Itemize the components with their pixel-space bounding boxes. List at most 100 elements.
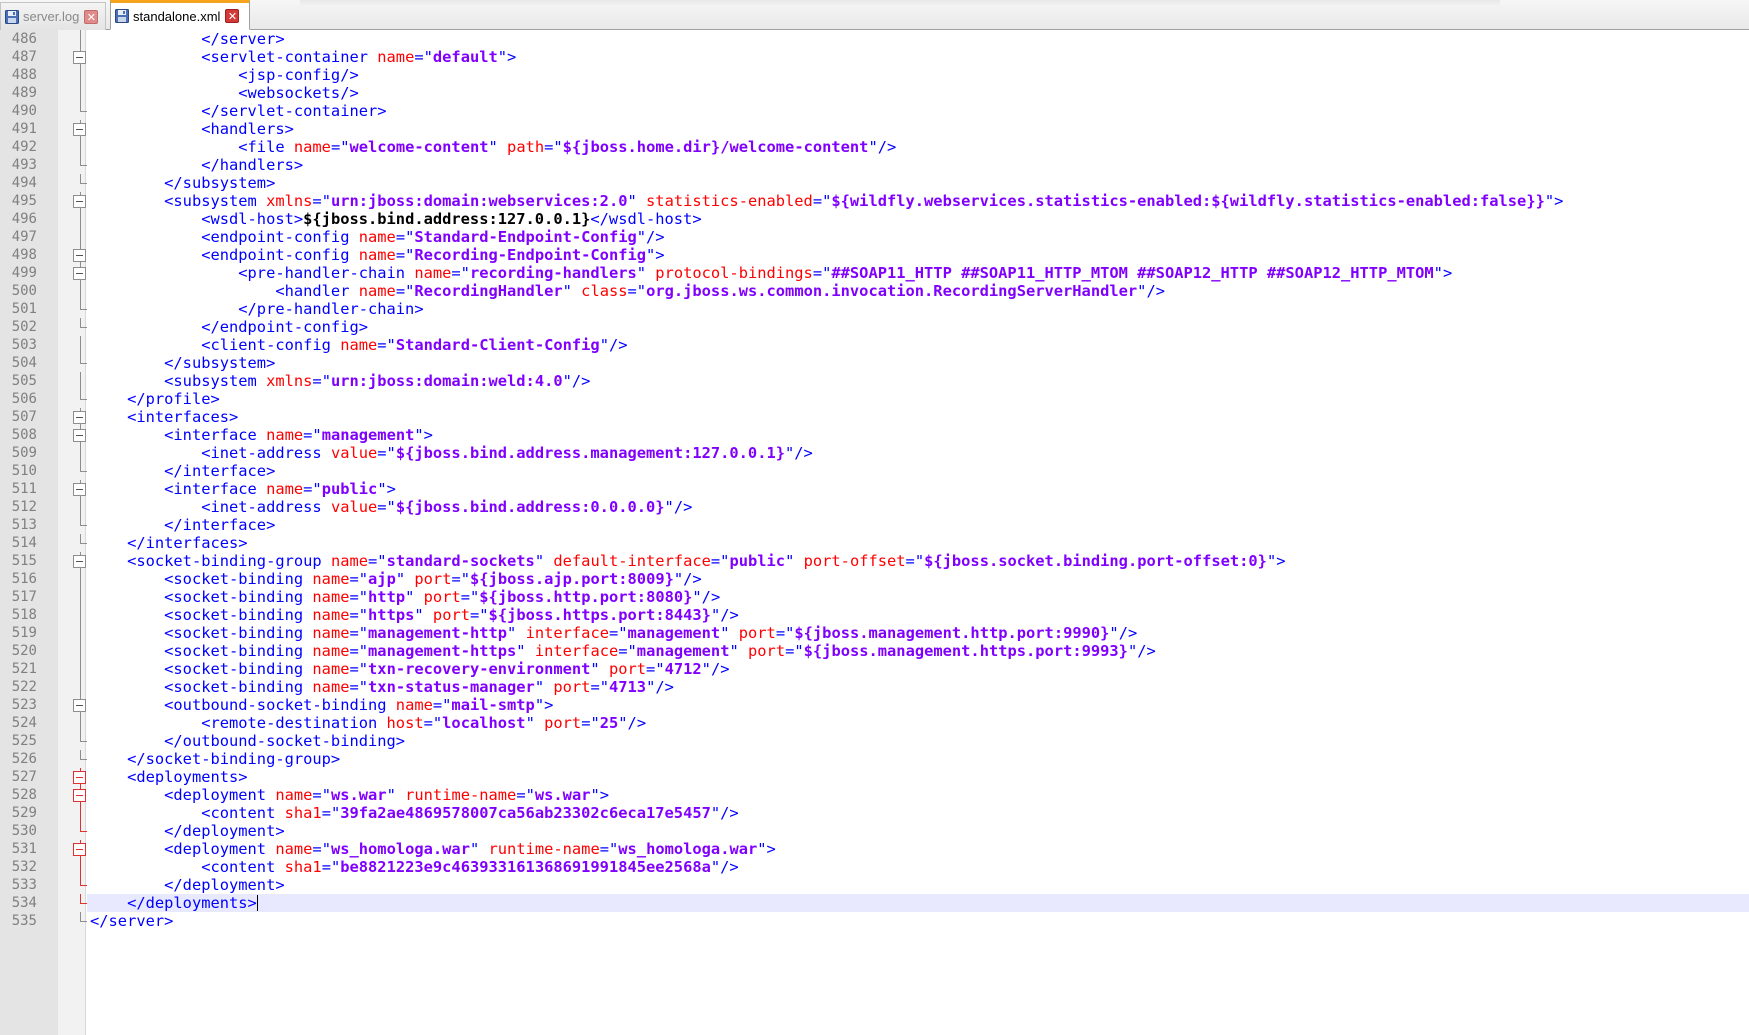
code-line[interactable]: 527 <deployments> — [0, 768, 1749, 786]
code-line[interactable]: 512 <inet-address value="${jboss.bind.ad… — [0, 498, 1749, 516]
code-text-area[interactable]: <endpoint-config name="Recording-Endpoin… — [87, 246, 1749, 264]
code-line[interactable]: 492 <file name="welcome-content" path="$… — [0, 138, 1749, 156]
fold-collapse-icon[interactable] — [73, 248, 86, 262]
code-line[interactable]: 517 <socket-binding name="http" port="${… — [0, 588, 1749, 606]
code-line[interactable]: 498 <endpoint-config name="Recording-End… — [0, 246, 1749, 264]
code-text-area[interactable]: <deployment name="ws_homologa.war" runti… — [87, 840, 1749, 858]
code-line[interactable]: 521 <socket-binding name="txn-recovery-e… — [0, 660, 1749, 678]
code-line[interactable]: 490 </servlet-container> — [0, 102, 1749, 120]
code-line[interactable]: 534 </deployments> — [0, 894, 1749, 912]
code-text-area[interactable]: <wsdl-host>${jboss.bind.address:127.0.0.… — [87, 210, 1749, 228]
code-line[interactable]: 502 </endpoint-config> — [0, 318, 1749, 336]
code-text-area[interactable]: </subsystem> — [87, 174, 1749, 192]
code-line[interactable]: 489 <websockets/> — [0, 84, 1749, 102]
code-text-area[interactable]: <handler name="RecordingHandler" class="… — [87, 282, 1749, 300]
code-text-area[interactable]: <interfaces> — [87, 408, 1749, 426]
code-line[interactable]: 503 <client-config name="Standard-Client… — [0, 336, 1749, 354]
code-text-area[interactable]: <socket-binding name="txn-status-manager… — [87, 678, 1749, 696]
code-line[interactable]: 504 </subsystem> — [0, 354, 1749, 372]
code-line[interactable]: 507 <interfaces> — [0, 408, 1749, 426]
code-text-area[interactable]: </interface> — [87, 462, 1749, 480]
code-text-area[interactable]: <socket-binding name="txn-recovery-envir… — [87, 660, 1749, 678]
code-line[interactable]: 506 </profile> — [0, 390, 1749, 408]
code-text-area[interactable]: <interface name="management"> — [87, 426, 1749, 444]
code-line[interactable]: 501 </pre-handler-chain> — [0, 300, 1749, 318]
code-line[interactable]: 488 <jsp-config/> — [0, 66, 1749, 84]
code-line[interactable]: 528 <deployment name="ws.war" runtime-na… — [0, 786, 1749, 804]
code-line[interactable]: 514 </interfaces> — [0, 534, 1749, 552]
code-text-area[interactable]: </pre-handler-chain> — [87, 300, 1749, 318]
code-text-area[interactable]: <deployments> — [87, 768, 1749, 786]
code-text-area[interactable]: </interfaces> — [87, 534, 1749, 552]
code-text-area[interactable]: <jsp-config/> — [87, 66, 1749, 84]
code-text-area[interactable]: <content sha1="be8821223e9c4639331613686… — [87, 858, 1749, 876]
code-line[interactable]: 495 <subsystem xmlns="urn:jboss:domain:w… — [0, 192, 1749, 210]
code-line[interactable]: 515 <socket-binding-group name="standard… — [0, 552, 1749, 570]
code-text-area[interactable]: <socket-binding name="management-http" i… — [87, 624, 1749, 642]
code-text-area[interactable]: <socket-binding name="http" port="${jbos… — [87, 588, 1749, 606]
code-line[interactable]: 524 <remote-destination host="localhost"… — [0, 714, 1749, 732]
code-line[interactable]: 486 </server> — [0, 30, 1749, 48]
code-line[interactable]: 523 <outbound-socket-binding name="mail-… — [0, 696, 1749, 714]
code-text-area[interactable]: </endpoint-config> — [87, 318, 1749, 336]
fold-collapse-icon[interactable] — [73, 770, 86, 784]
code-line[interactable]: 522 <socket-binding name="txn-status-man… — [0, 678, 1749, 696]
code-line[interactable]: 496 <wsdl-host>${jboss.bind.address:127.… — [0, 210, 1749, 228]
fold-collapse-icon[interactable] — [73, 842, 86, 856]
code-line[interactable]: 505 <subsystem xmlns="urn:jboss:domain:w… — [0, 372, 1749, 390]
code-line[interactable]: 529 <content sha1="39fa2ae4869578007ca56… — [0, 804, 1749, 822]
code-text-area[interactable]: <content sha1="39fa2ae4869578007ca56ab23… — [87, 804, 1749, 822]
code-line[interactable]: 520 <socket-binding name="management-htt… — [0, 642, 1749, 660]
code-line[interactable]: 491 <handlers> — [0, 120, 1749, 138]
code-text-area[interactable]: </socket-binding-group> — [87, 750, 1749, 768]
code-text-area[interactable]: <socket-binding name="management-https" … — [87, 642, 1749, 660]
fold-collapse-icon[interactable] — [73, 698, 86, 712]
code-text-area[interactable]: <deployment name="ws.war" runtime-name="… — [87, 786, 1749, 804]
tab-server-log[interactable]: server.log ✕ — [0, 2, 106, 30]
code-line[interactable]: 509 <inet-address value="${jboss.bind.ad… — [0, 444, 1749, 462]
code-text-area[interactable]: <subsystem xmlns="urn:jboss:domain:webse… — [87, 192, 1749, 210]
code-line[interactable]: 519 <socket-binding name="management-htt… — [0, 624, 1749, 642]
fold-collapse-icon[interactable] — [73, 482, 86, 496]
code-line[interactable]: 525 </outbound-socket-binding> — [0, 732, 1749, 750]
code-text-area[interactable]: </server> — [87, 912, 1749, 930]
code-text-area[interactable]: </deployment> — [87, 822, 1749, 840]
code-text-area[interactable]: </handlers> — [87, 156, 1749, 174]
code-line[interactable]: 526 </socket-binding-group> — [0, 750, 1749, 768]
code-text-area[interactable]: </deployments> — [87, 894, 1749, 912]
fold-collapse-icon[interactable] — [73, 410, 86, 424]
fold-collapse-icon[interactable] — [73, 428, 86, 442]
code-line[interactable]: 500 <handler name="RecordingHandler" cla… — [0, 282, 1749, 300]
code-line[interactable]: 533 </deployment> — [0, 876, 1749, 894]
code-text-area[interactable]: <outbound-socket-binding name="mail-smtp… — [87, 696, 1749, 714]
tab-standalone-xml[interactable]: standalone.xml ✕ — [110, 0, 250, 30]
code-line[interactable]: 511 <interface name="public"> — [0, 480, 1749, 498]
code-text-area[interactable]: <pre-handler-chain name="recording-handl… — [87, 264, 1749, 282]
code-line[interactable]: 530 </deployment> — [0, 822, 1749, 840]
code-text-area[interactable]: <subsystem xmlns="urn:jboss:domain:weld:… — [87, 372, 1749, 390]
code-text-area[interactable]: </interface> — [87, 516, 1749, 534]
code-line[interactable]: 532 <content sha1="be8821223e9c463933161… — [0, 858, 1749, 876]
code-line[interactable]: 531 <deployment name="ws_homologa.war" r… — [0, 840, 1749, 858]
code-line[interactable]: 513 </interface> — [0, 516, 1749, 534]
close-tab-icon[interactable]: ✕ — [225, 9, 240, 23]
fold-collapse-icon[interactable] — [73, 554, 86, 568]
code-text-area[interactable]: </server> — [87, 30, 1749, 48]
code-text-area[interactable]: </deployment> — [87, 876, 1749, 894]
code-text-area[interactable]: <inet-address value="${jboss.bind.addres… — [87, 444, 1749, 462]
code-line[interactable]: 493 </handlers> — [0, 156, 1749, 174]
code-text-area[interactable]: </subsystem> — [87, 354, 1749, 372]
code-text-area[interactable]: <socket-binding-group name="standard-soc… — [87, 552, 1749, 570]
code-text-area[interactable]: <file name="welcome-content" path="${jbo… — [87, 138, 1749, 156]
code-text-area[interactable]: <socket-binding name="https" port="${jbo… — [87, 606, 1749, 624]
code-text-area[interactable]: <interface name="public"> — [87, 480, 1749, 498]
code-text-area[interactable]: </outbound-socket-binding> — [87, 732, 1749, 750]
code-line[interactable]: 494 </subsystem> — [0, 174, 1749, 192]
code-text-area[interactable]: <inet-address value="${jboss.bind.addres… — [87, 498, 1749, 516]
code-text-area[interactable]: <handlers> — [87, 120, 1749, 138]
code-text-area[interactable]: <socket-binding name="ajp" port="${jboss… — [87, 570, 1749, 588]
code-text-area[interactable]: <websockets/> — [87, 84, 1749, 102]
fold-collapse-icon[interactable] — [73, 266, 86, 280]
fold-collapse-icon[interactable] — [73, 194, 86, 208]
code-text-area[interactable]: <client-config name="Standard-Client-Con… — [87, 336, 1749, 354]
